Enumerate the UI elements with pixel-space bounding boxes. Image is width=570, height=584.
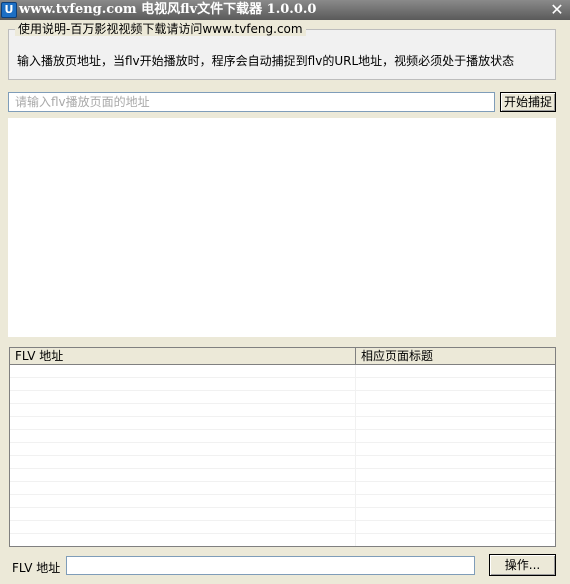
table-row[interactable] (10, 456, 555, 469)
table-cell-page-title (356, 391, 555, 403)
column-header-page-title[interactable]: 相应页面标题 (356, 348, 555, 365)
column-header-flv-url[interactable]: FLV 地址 (10, 348, 356, 365)
table-cell-page-title (356, 378, 555, 390)
action-button[interactable]: 操作... (489, 554, 556, 576)
flv-url-field[interactable] (66, 556, 475, 575)
table-cell-flv-url (10, 482, 356, 494)
table-cell-page-title (356, 443, 555, 455)
table-cell-flv-url (10, 521, 356, 533)
window-title: www.tvfeng.com 电视风flv文件下载器 1.0.0.0 (19, 2, 317, 17)
table-body (10, 365, 555, 546)
table-row[interactable] (10, 417, 555, 430)
table-cell-flv-url (10, 404, 356, 416)
table-cell-page-title (356, 417, 555, 429)
table-cell-page-title (356, 430, 555, 442)
table-cell-flv-url (10, 430, 356, 442)
app-logo-icon: U (1, 2, 17, 18)
table-row[interactable] (10, 391, 555, 404)
instructions-group: 使用说明-百万影视视频下载请访问www.tvfeng.com 输入播放页地址，当… (8, 22, 556, 80)
table-header: FLV 地址 相应页面标题 (10, 348, 555, 365)
table-cell-flv-url (10, 378, 356, 390)
table-row[interactable] (10, 482, 555, 495)
table-row[interactable] (10, 404, 555, 417)
table-cell-page-title (356, 508, 555, 520)
start-capture-button[interactable]: 开始捕捉 (500, 92, 556, 112)
table-row[interactable] (10, 443, 555, 456)
table-cell-page-title (356, 521, 555, 533)
results-table[interactable]: FLV 地址 相应页面标题 (9, 347, 556, 547)
table-row[interactable] (10, 365, 555, 378)
table-row[interactable] (10, 534, 555, 546)
table-row[interactable] (10, 430, 555, 443)
page-url-input[interactable] (8, 92, 495, 112)
close-icon[interactable]: ✕ (548, 1, 566, 18)
table-row[interactable] (10, 521, 555, 534)
table-cell-page-title (356, 469, 555, 481)
table-cell-flv-url (10, 443, 356, 455)
table-cell-flv-url (10, 417, 356, 429)
table-cell-page-title (356, 404, 555, 416)
table-cell-flv-url (10, 469, 356, 481)
table-cell-flv-url (10, 365, 356, 377)
table-cell-page-title (356, 456, 555, 468)
table-cell-flv-url (10, 456, 356, 468)
table-cell-flv-url (10, 508, 356, 520)
app-window: U www.tvfeng.com 电视风flv文件下载器 1.0.0.0 ✕ 使… (0, 0, 570, 584)
table-row[interactable] (10, 378, 555, 391)
table-row[interactable] (10, 495, 555, 508)
instructions-legend: 使用说明-百万影视视频下载请访问www.tvfeng.com (15, 22, 306, 36)
capture-log-area[interactable] (8, 118, 556, 337)
table-cell-flv-url (10, 391, 356, 403)
table-cell-page-title (356, 534, 555, 546)
table-row[interactable] (10, 469, 555, 482)
table-cell-page-title (356, 495, 555, 507)
table-cell-flv-url (10, 495, 356, 507)
title-bar[interactable]: U www.tvfeng.com 电视风flv文件下载器 1.0.0.0 ✕ (0, 0, 570, 20)
table-cell-page-title (356, 482, 555, 494)
instructions-text: 输入播放页地址，当flv开始播放时，程序会自动捕捉到flv的URL地址，视频必须… (17, 54, 515, 68)
table-cell-flv-url (10, 534, 356, 546)
table-row[interactable] (10, 508, 555, 521)
table-cell-page-title (356, 365, 555, 377)
flv-url-label: FLV 地址 (12, 561, 61, 575)
